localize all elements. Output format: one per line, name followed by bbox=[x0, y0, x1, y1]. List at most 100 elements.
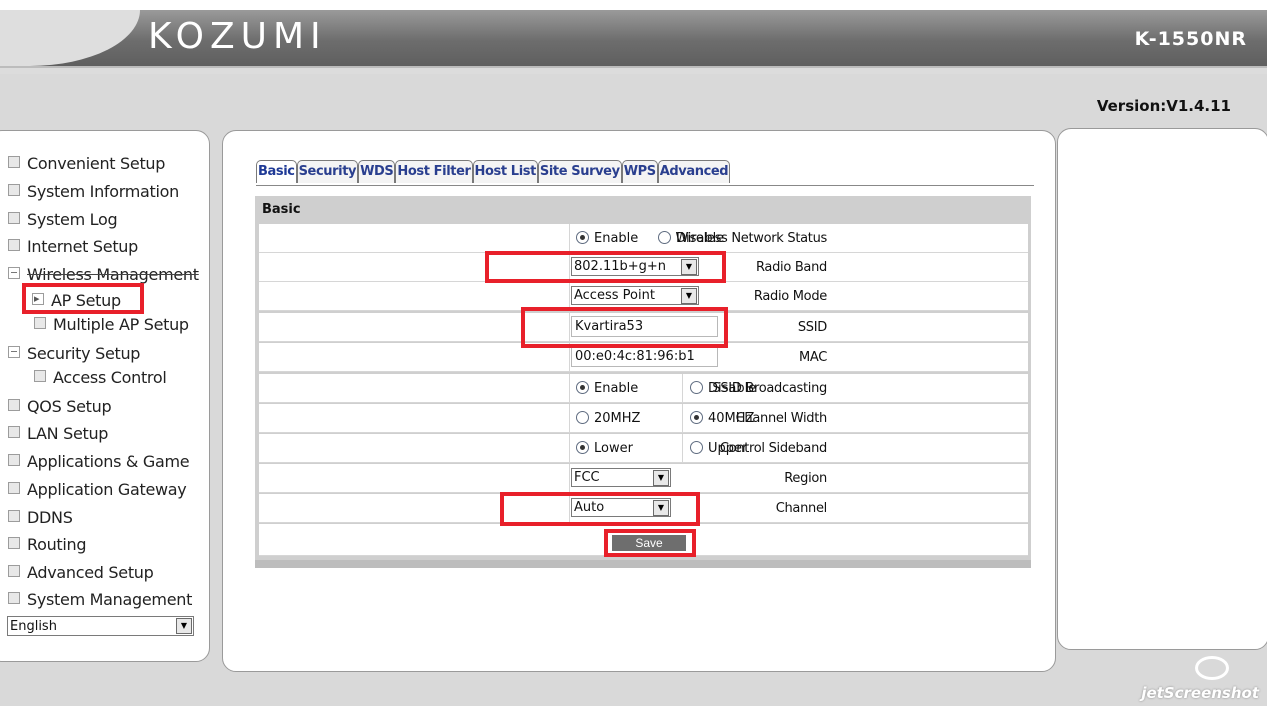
broadcast-disable-option[interactable]: Disable bbox=[690, 381, 756, 396]
chevron-down-icon[interactable]: ▼ bbox=[681, 288, 697, 304]
width-40mhz-option[interactable]: 40MHZ bbox=[690, 411, 754, 426]
wireless-disable-option[interactable]: Disable bbox=[658, 231, 724, 246]
model-name: K-1550NR bbox=[1134, 28, 1247, 50]
header: KOZUMI K-1550NR bbox=[0, 0, 1267, 74]
sidebar-item-label: Internet Setup bbox=[27, 237, 138, 256]
tab-wds[interactable]: WDS bbox=[358, 160, 396, 183]
sidebar-item-advanced-setup[interactable]: Advanced Setup bbox=[8, 561, 154, 585]
select-value: Access Point bbox=[574, 288, 655, 303]
sidebar-item-applications-game[interactable]: Applications & Game bbox=[8, 450, 190, 474]
sidebar-item-label: System Management bbox=[27, 590, 193, 609]
sidebar-item-system-information[interactable]: System Information bbox=[8, 180, 179, 204]
sidebar-item-label: Applications & Game bbox=[27, 452, 190, 471]
sidebar-item-application-gateway[interactable]: Application Gateway bbox=[8, 478, 187, 502]
bullet-icon bbox=[8, 239, 20, 251]
tab-advanced[interactable]: Advanced bbox=[657, 160, 731, 183]
sidebar-item-label: Access Control bbox=[53, 368, 167, 387]
sidebar-item-label: DDNS bbox=[27, 508, 73, 527]
bullet-icon bbox=[8, 156, 20, 168]
sidebar-item-security-setup[interactable]: Security Setup bbox=[8, 342, 140, 366]
broadcast-enable-option[interactable]: Enable bbox=[576, 381, 638, 396]
sidebar-item-convenient-setup[interactable]: Convenient Setup bbox=[8, 152, 165, 176]
mac-field: 00:e0:4c:81:96:b1 bbox=[571, 346, 718, 367]
sidebar-item-label: Security Setup bbox=[27, 344, 141, 363]
header-divider bbox=[0, 66, 1267, 68]
tab-security[interactable]: Security bbox=[296, 160, 359, 183]
tab-bar: Basic Security WDS Host Filter Host List Site… bbox=[256, 160, 731, 186]
value-cell: Access Point ▼ bbox=[569, 282, 1029, 310]
form-footer-bar bbox=[255, 560, 1031, 568]
language-select[interactable]: English ▼ bbox=[7, 616, 194, 636]
option-label: Upper bbox=[708, 441, 748, 456]
wireless-enable-option[interactable]: Enable bbox=[576, 231, 638, 246]
sidebar-item-label: Convenient Setup bbox=[27, 154, 166, 173]
value-cell: Enable Disable bbox=[569, 224, 1029, 252]
collapse-icon bbox=[8, 346, 20, 358]
tab-host-list[interactable]: Host List bbox=[472, 160, 538, 183]
sideband-upper-option[interactable]: Upper bbox=[690, 441, 747, 456]
sidebar-item-internet-setup[interactable]: Internet Setup bbox=[8, 235, 138, 259]
sidebar-item-label: QOS Setup bbox=[27, 397, 112, 416]
sideband-lower-option[interactable]: Lower bbox=[576, 441, 633, 456]
tab-basic[interactable]: Basic bbox=[256, 160, 297, 183]
value-cell: Enable Disable bbox=[569, 374, 1029, 402]
sidebar-item-ddns[interactable]: DDNS bbox=[8, 506, 73, 530]
bullet-icon bbox=[8, 592, 20, 604]
tab-site-survey[interactable]: Site Survey bbox=[537, 160, 622, 183]
bullet-icon bbox=[34, 370, 46, 382]
radio-selected-icon[interactable] bbox=[690, 411, 703, 424]
sidebar-item-system-log[interactable]: System Log bbox=[8, 208, 118, 232]
row-ssid-broadcasting: SSID Broadcasting Enable Disable bbox=[259, 374, 1028, 403]
sidebar-item-multiple-ap-setup[interactable]: Multiple AP Setup bbox=[34, 313, 189, 337]
radio-selected-icon[interactable] bbox=[576, 441, 589, 454]
brand-logo: KOZUMI bbox=[148, 16, 327, 57]
option-label: Lower bbox=[594, 441, 633, 456]
option-label: Disable bbox=[676, 231, 725, 246]
radio-icon[interactable] bbox=[658, 231, 671, 244]
sidebar-item-label: System Log bbox=[27, 210, 118, 229]
chevron-down-icon[interactable]: ▼ bbox=[176, 618, 192, 634]
radio-mode-select[interactable]: Access Point ▼ bbox=[571, 286, 699, 305]
radio-selected-icon[interactable] bbox=[576, 231, 589, 244]
bullet-icon bbox=[8, 565, 20, 577]
width-20mhz-option[interactable]: 20MHZ bbox=[576, 411, 640, 426]
sidebar-item-label: System Information bbox=[27, 182, 179, 201]
bullet-icon bbox=[8, 184, 20, 196]
watermark: jetScreenshot bbox=[1141, 684, 1259, 702]
cell-divider bbox=[682, 374, 683, 402]
firmware-version: Version:V1.4.11 bbox=[1096, 97, 1231, 115]
radio-icon[interactable] bbox=[576, 411, 589, 424]
sidebar-item-routing[interactable]: Routing bbox=[8, 533, 87, 557]
region-select[interactable]: FCC ▼ bbox=[571, 468, 671, 487]
sidebar-item-label: Routing bbox=[27, 535, 87, 554]
bullet-icon bbox=[8, 510, 20, 522]
select-value: FCC bbox=[574, 470, 600, 485]
radio-icon[interactable] bbox=[690, 381, 703, 394]
radio-icon[interactable] bbox=[690, 441, 703, 454]
tab-wps[interactable]: WPS bbox=[621, 160, 658, 183]
sidebar-item-label: Application Gateway bbox=[27, 480, 187, 499]
sidebar-item-qos-setup[interactable]: QOS Setup bbox=[8, 395, 112, 419]
bullet-icon bbox=[34, 317, 46, 329]
highlight-box bbox=[22, 283, 144, 314]
row-region: Region FCC ▼ bbox=[259, 464, 1028, 493]
sidebar-item-access-control[interactable]: Access Control bbox=[34, 366, 167, 390]
option-label: Enable bbox=[594, 381, 639, 396]
collapse-icon bbox=[8, 267, 20, 279]
camera-shutter-icon bbox=[1195, 656, 1229, 680]
tab-divider bbox=[256, 185, 1034, 186]
highlight-box bbox=[604, 529, 696, 557]
bullet-icon bbox=[8, 482, 20, 494]
highlight-box bbox=[485, 251, 726, 283]
sidebar-item-lan-setup[interactable]: LAN Setup bbox=[8, 422, 108, 446]
highlight-box bbox=[500, 492, 700, 526]
highlight-box bbox=[521, 307, 728, 348]
tab-host-filter[interactable]: Host Filter bbox=[395, 160, 473, 183]
option-label: Disable bbox=[708, 381, 757, 396]
language-value: English bbox=[10, 619, 57, 634]
radio-selected-icon[interactable] bbox=[576, 381, 589, 394]
chevron-down-icon[interactable]: ▼ bbox=[653, 470, 669, 486]
sidebar-item-system-management[interactable]: System Management bbox=[8, 588, 192, 612]
sidebar-item-label: Advanced Setup bbox=[27, 563, 154, 582]
right-panel bbox=[1057, 128, 1267, 650]
